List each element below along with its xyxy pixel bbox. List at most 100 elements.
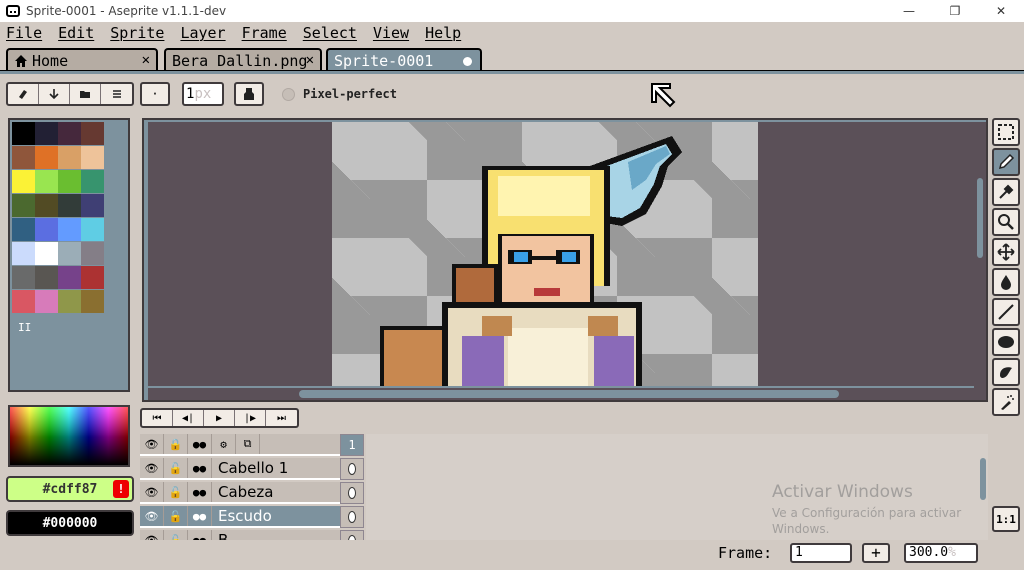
layer-continuous-icon[interactable]: ●● [188,458,212,478]
cel-selected[interactable] [340,506,364,528]
menu-layer[interactable]: Layer [180,24,225,42]
sprite-canvas[interactable] [332,122,758,386]
palette-swatch[interactable] [12,242,35,265]
frame-header[interactable]: 1 [340,434,364,456]
zoom-input[interactable]: 300.0% [904,543,978,563]
palette-swatch[interactable] [81,242,104,265]
palette-swatch[interactable] [81,170,104,193]
palette-swatch[interactable] [35,266,58,289]
move-icon[interactable] [992,238,1020,266]
layer-continuous-icon[interactable]: ●● [188,482,212,502]
next-frame-button[interactable]: |▶ [235,410,266,426]
zoom-icon[interactable] [992,208,1020,236]
tab-sprite-0001[interactable]: Sprite-0001 [326,48,482,72]
layer-visibility-eye-icon[interactable]: 👁 [140,458,164,478]
brush-size-input[interactable]: 1px [182,82,224,106]
play-button[interactable]: ▶ [204,410,235,426]
cel[interactable] [340,482,364,504]
color-spectrum[interactable] [8,405,130,467]
palette-swatch[interactable] [12,194,35,217]
palette-swatch[interactable] [12,218,35,241]
folder-icon[interactable] [70,84,101,104]
down-arrow-icon[interactable] [39,84,70,104]
pencil-icon[interactable] [992,148,1020,176]
palette-swatch[interactable] [81,194,104,217]
menu-edit[interactable]: Edit [58,24,94,42]
palette-resize-handle[interactable]: II [18,321,31,334]
palette-swatch[interactable] [12,122,35,145]
tab-home-close-icon[interactable]: ✕ [142,52,150,68]
palette-swatch[interactable] [12,146,35,169]
palette-swatch[interactable] [58,170,81,193]
palette-swatch[interactable] [12,266,35,289]
tab-bera-dallin-close-icon[interactable]: ✕ [306,52,314,68]
previous-frame-button[interactable]: ◀| [173,410,204,426]
first-frame-button[interactable]: ⏮ [142,410,173,426]
gear-icon[interactable]: ⚙ [212,434,236,454]
palette-swatch[interactable] [58,266,81,289]
palette-swatch[interactable] [35,194,58,217]
menu-select[interactable]: Select [303,24,357,42]
palette-swatch[interactable] [35,218,58,241]
layer-lock-icon[interactable]: 🔓 [164,458,188,478]
continuous-icon[interactable]: ●● [188,434,212,454]
tab-home[interactable]: Home ✕ [6,48,158,72]
ellipse-icon[interactable] [992,328,1020,356]
zoom-1-1-button[interactable]: 1:1 [992,506,1020,532]
palette-swatch[interactable] [58,122,81,145]
palette-swatch[interactable] [35,170,58,193]
menu-view[interactable]: View [373,24,409,42]
palette-swatch[interactable] [81,122,104,145]
lock-icon[interactable]: 🔒 [164,434,188,454]
eye-icon[interactable]: 👁 [140,434,164,454]
add-frame-button[interactable]: + [862,543,890,563]
last-frame-button[interactable]: ⏭ [266,410,297,426]
paint-bucket-icon[interactable] [992,268,1020,296]
palette-swatch[interactable] [12,290,35,313]
color-warning-icon[interactable]: ! [113,480,129,498]
tab-modified-dot-icon[interactable] [463,57,472,66]
line-icon[interactable] [992,298,1020,326]
layer-row-selected[interactable]: 👁 🔓 ●● Escudo [140,506,340,528]
palette-swatch[interactable] [58,146,81,169]
palette-swatch[interactable] [81,290,104,313]
list-icon[interactable] [101,84,132,104]
menu-file[interactable]: File [6,24,42,42]
background-color-button[interactable]: #000000 [6,510,134,536]
pixel-perfect-checkbox[interactable] [282,88,295,101]
palette-swatch[interactable] [81,146,104,169]
editor-horizontal-scrollbar[interactable] [299,390,839,398]
timeline-vertical-scrollbar[interactable] [980,458,986,500]
palette-swatch[interactable] [58,218,81,241]
menu-sprite[interactable]: Sprite [110,24,164,42]
tab-bera-dallin[interactable]: Bera Dallin.png ✕ [164,48,322,72]
layer-continuous-icon[interactable]: ●● [188,506,212,526]
menu-help[interactable]: Help [425,24,461,42]
layer-visibility-eye-icon[interactable]: 👁 [140,482,164,502]
palette-swatch[interactable] [12,170,35,193]
layer-lock-icon[interactable]: 🔓 [164,506,188,526]
onion-skin-icon[interactable]: ⧉ [236,434,260,454]
close-window-button[interactable]: ✕ [978,0,1024,22]
editor-vertical-scrollbar[interactable] [977,178,983,258]
minimize-button[interactable]: — [886,0,932,22]
eraser-icon[interactable] [8,84,39,104]
palette-swatch[interactable] [58,290,81,313]
layer-visibility-eye-icon[interactable]: 👁 [140,506,164,526]
spray-icon[interactable] [992,388,1020,416]
palette-swatch[interactable] [58,194,81,217]
ink-type-button[interactable] [234,82,264,106]
eyedropper-icon[interactable] [992,178,1020,206]
cel[interactable] [340,458,364,480]
rectangular-marquee-icon[interactable] [992,118,1020,146]
layer-lock-icon[interactable]: 🔓 [164,482,188,502]
palette-swatch[interactable] [35,290,58,313]
maximize-button[interactable]: ❐ [932,0,978,22]
brush-shape-button[interactable]: · [140,82,170,106]
menu-frame[interactable]: Frame [242,24,287,42]
palette-swatch[interactable] [58,242,81,265]
palette-swatch[interactable] [81,218,104,241]
layer-row[interactable]: 👁 🔓 ●● Cabello 1 [140,458,340,480]
palette-swatch[interactable] [81,266,104,289]
palette-swatch[interactable] [35,122,58,145]
